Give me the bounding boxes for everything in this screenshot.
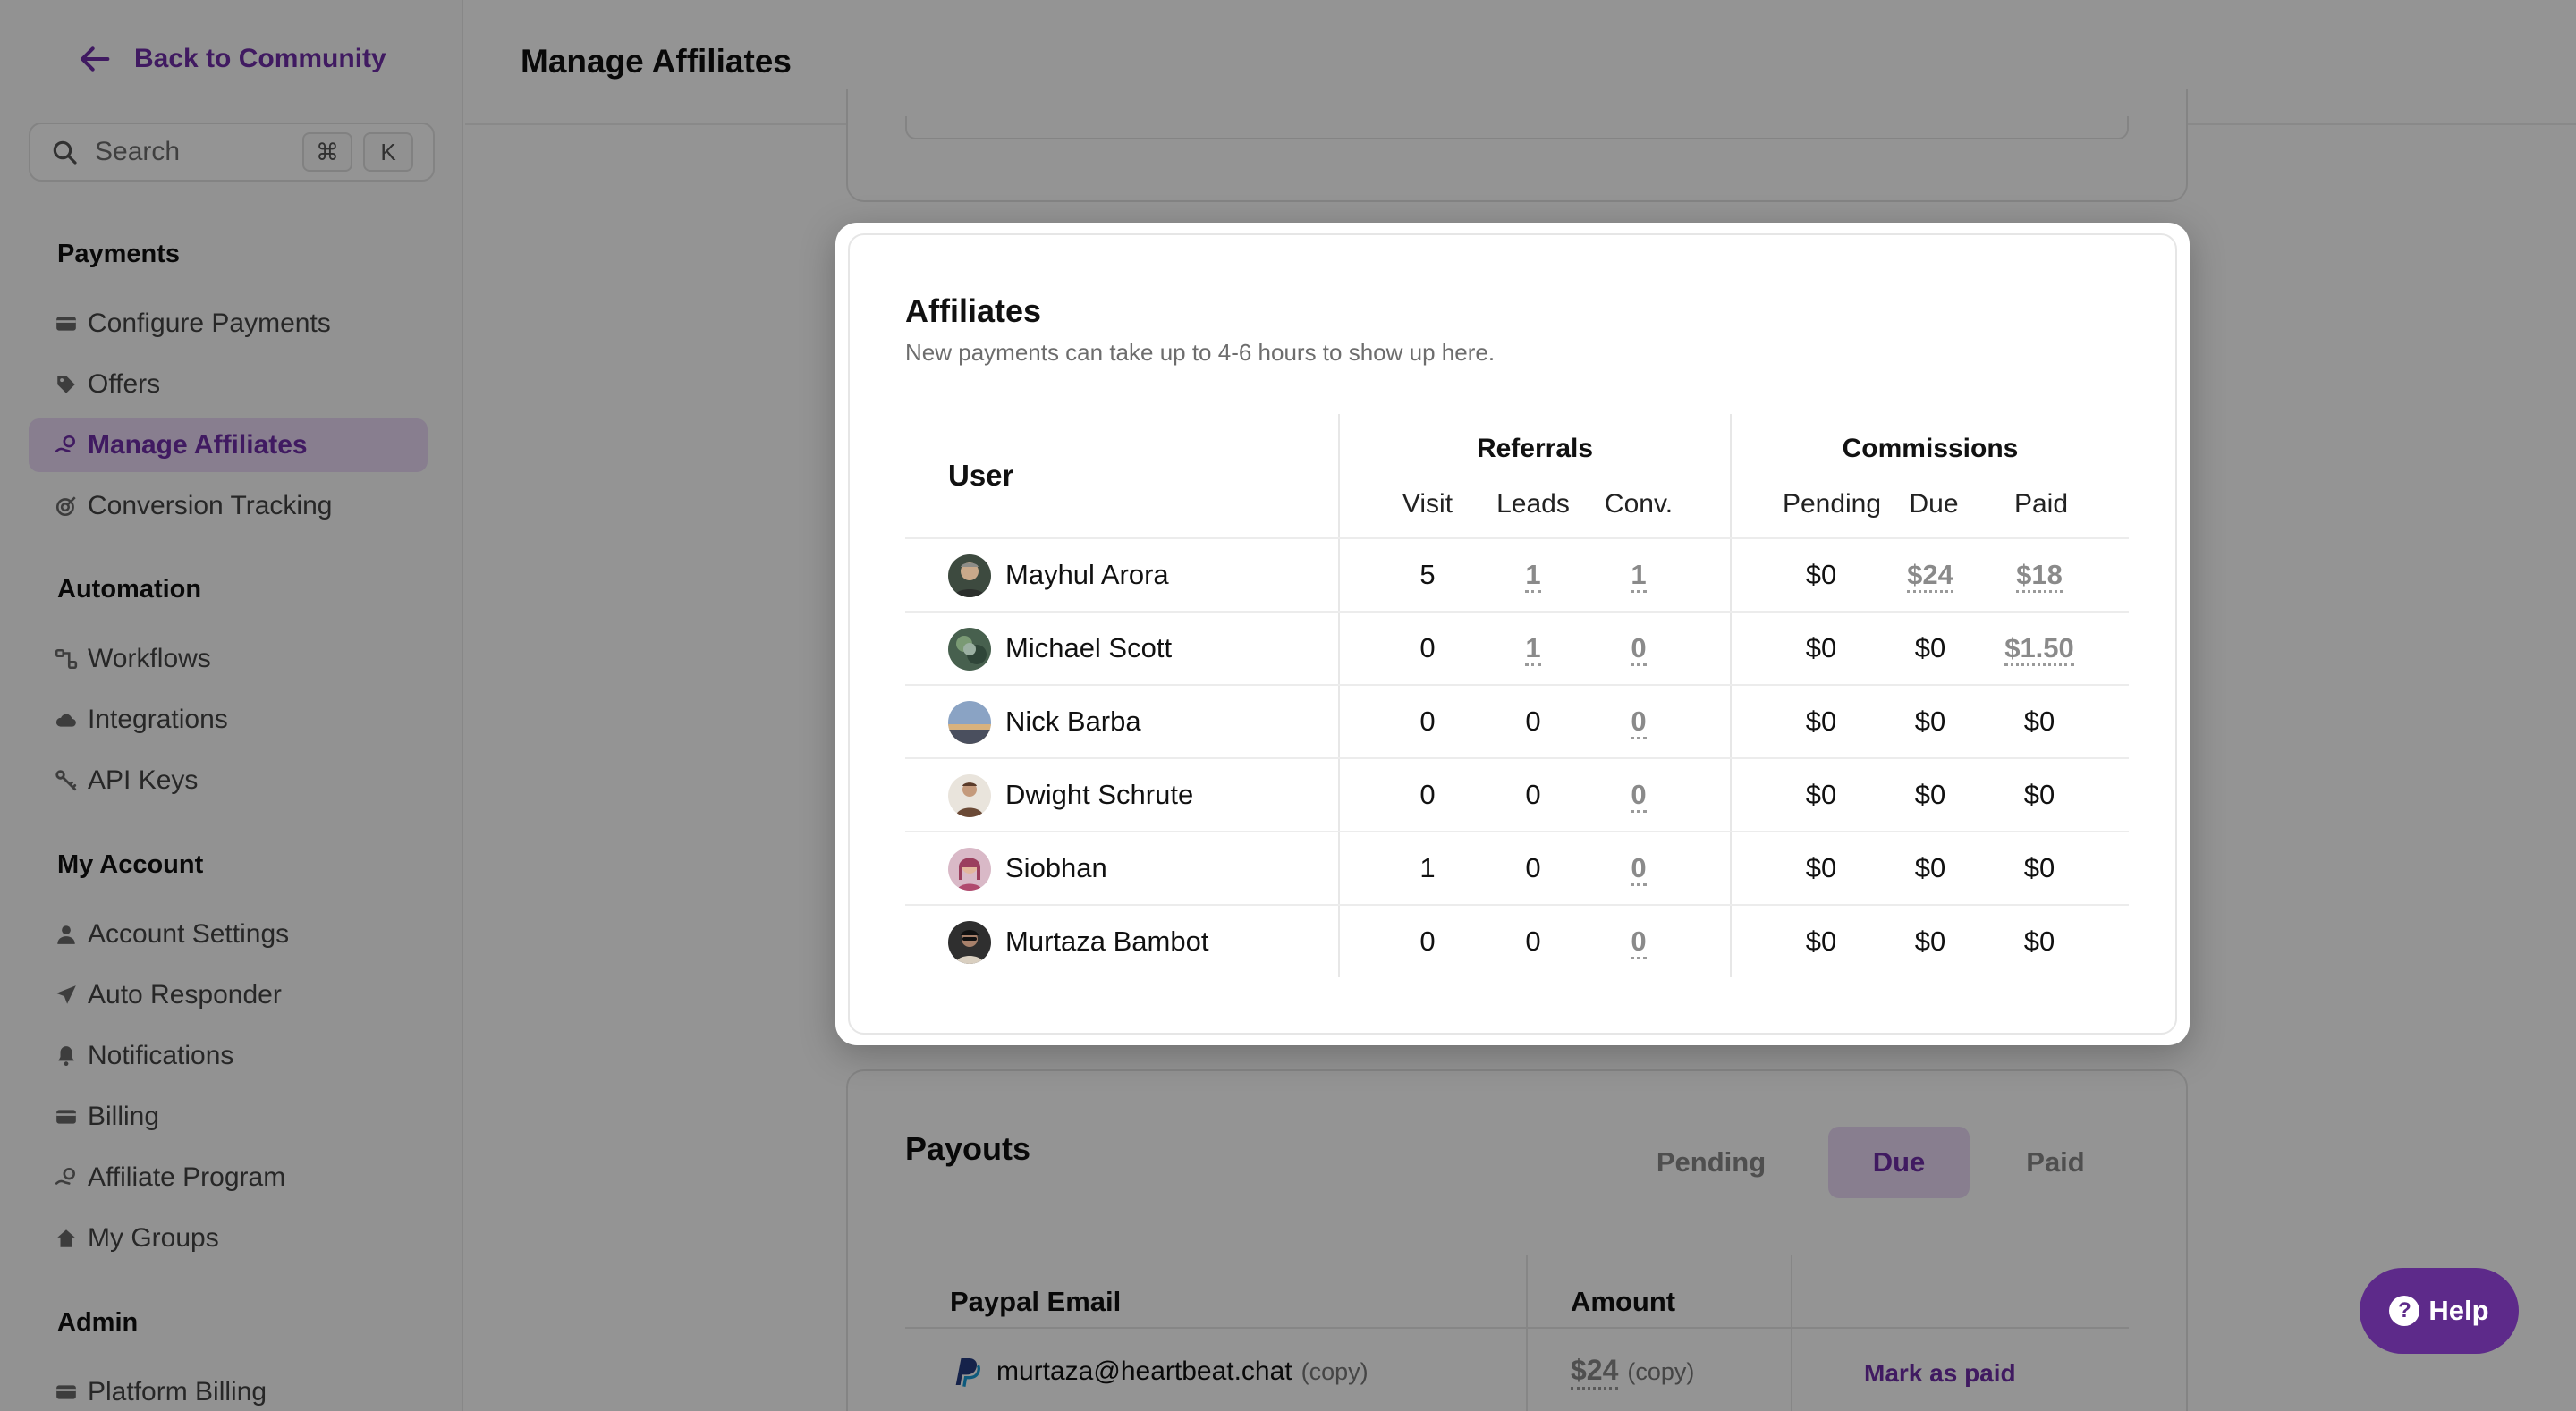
leads-link[interactable]: 1 [1525,559,1541,593]
visit-count: 0 [1419,706,1436,737]
help-button[interactable]: ? Help [2360,1268,2519,1354]
conv-count[interactable]: 0 [1585,852,1692,886]
col-due: Due [1909,489,1959,519]
col-visit: Visit [1402,489,1453,519]
leads-link[interactable]: 1 [1525,632,1541,666]
table-row: Michael Scott 0 1 0 $0 $0 $1.50 [835,613,2190,686]
col-group-referrals: Referrals [1476,434,1594,463]
due-amount: $0 [1914,706,1946,737]
due-amount: $0 [1914,632,1946,663]
leads-count[interactable]: 1 [1479,632,1587,666]
leads-count: 0 [1525,706,1541,737]
table-row: Mayhul Arora 5 1 1 $0 $24 $18 [835,539,2190,613]
visit-count: 0 [1419,925,1436,957]
pending-amount: $0 [1805,779,1837,810]
table-row: Siobhan 1 0 0 $0 $0 $0 [835,832,2190,906]
paid-amount: $0 [2023,925,2055,957]
paid-amount[interactable]: $18 [1986,559,2093,593]
modal-title: Affiliates [905,292,1042,329]
due-amount[interactable]: $24 [1877,559,1984,593]
user-name: Murtaza Bambot [1005,925,1209,957]
visit-count: 0 [1419,779,1436,810]
avatar [948,701,991,744]
col-group-commissions: Commissions [1842,434,2019,463]
user-name: Mayhul Arora [1005,559,1169,590]
conv-link[interactable]: 0 [1631,706,1647,739]
user-name: Siobhan [1005,852,1107,883]
user-name: Dwight Schrute [1005,779,1194,810]
col-pending: Pending [1782,489,1882,519]
paid-link[interactable]: $18 [2016,559,2063,593]
due-amount: $0 [1914,852,1946,883]
avatar [948,848,991,891]
affiliates-modal: Affiliates New payments can take up to 4… [835,223,2190,1045]
conv-link[interactable]: 1 [1631,559,1647,593]
col-conv: Conv. [1604,489,1674,519]
visit-count: 5 [1419,559,1436,590]
conv-count[interactable]: 0 [1585,925,1692,959]
col-paid: Paid [2013,489,2069,519]
leads-count: 0 [1525,852,1541,883]
visit-count: 1 [1419,852,1436,883]
leads-count[interactable]: 1 [1479,559,1587,593]
paid-amount: $0 [2023,706,2055,737]
leads-count: 0 [1525,925,1541,957]
conv-count[interactable]: 0 [1585,706,1692,739]
pending-amount: $0 [1805,852,1837,883]
user-name: Nick Barba [1005,706,1141,737]
table-row: Dwight Schrute 0 0 0 $0 $0 $0 [835,759,2190,832]
help-label: Help [2428,1295,2489,1326]
visit-count: 0 [1419,632,1436,663]
pending-amount: $0 [1805,706,1837,737]
col-leads: Leads [1496,489,1570,519]
pending-amount: $0 [1805,925,1837,957]
conv-count[interactable]: 0 [1585,632,1692,666]
avatar [948,554,991,597]
conv-link[interactable]: 0 [1631,925,1647,959]
due-link[interactable]: $24 [1907,559,1953,593]
avatar [948,774,991,817]
conv-count[interactable]: 1 [1585,559,1692,593]
paid-link[interactable]: $1.50 [2004,632,2074,666]
paid-amount: $0 [2023,852,2055,883]
pending-amount: $0 [1805,632,1837,663]
pending-amount: $0 [1805,559,1837,590]
col-user: User [948,459,1014,492]
avatar [948,628,991,671]
question-icon: ? [2389,1296,2420,1326]
leads-count: 0 [1525,779,1541,810]
user-name: Michael Scott [1005,632,1173,663]
conv-link[interactable]: 0 [1631,852,1647,886]
conv-count[interactable]: 0 [1585,779,1692,813]
due-amount: $0 [1914,779,1946,810]
conv-link[interactable]: 0 [1631,779,1647,813]
conv-link[interactable]: 0 [1631,632,1647,666]
modal-subtitle: New payments can take up to 4-6 hours to… [905,339,1496,366]
paid-amount[interactable]: $1.50 [1986,632,2093,666]
due-amount: $0 [1914,925,1946,957]
avatar [948,921,991,964]
paid-amount: $0 [2023,779,2055,810]
table-row: Murtaza Bambot 0 0 0 $0 $0 $0 [835,906,2190,979]
table-row: Nick Barba 0 0 0 $0 $0 $0 [835,686,2190,759]
